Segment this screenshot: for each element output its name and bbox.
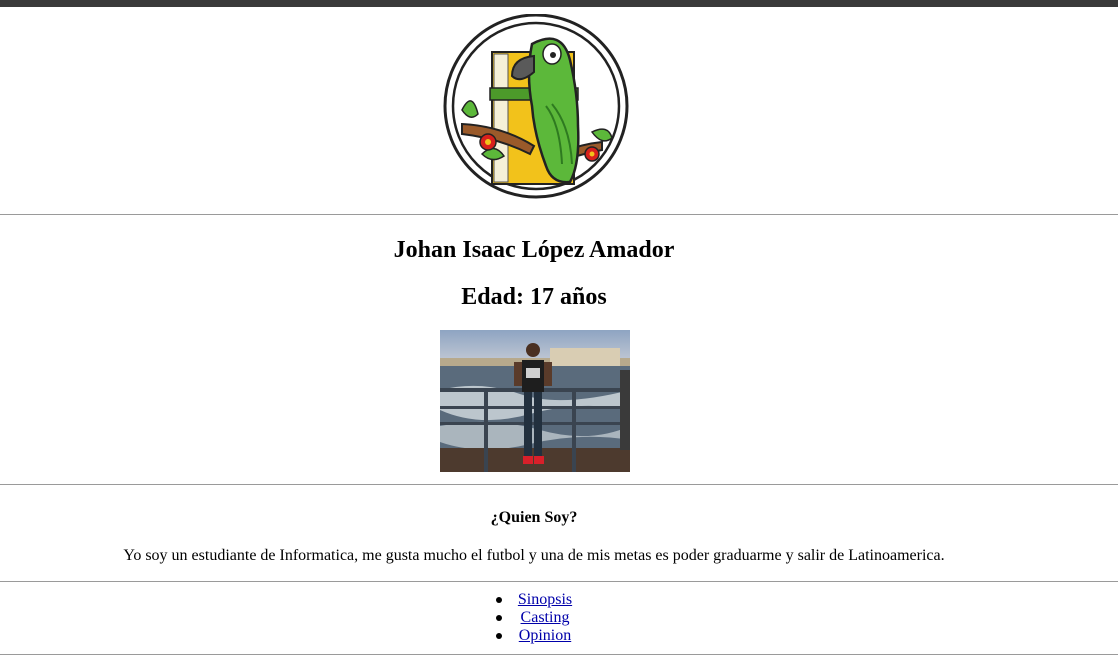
bullet-icon [496, 615, 502, 621]
about-title: ¿Quien Soy? [490, 509, 578, 526]
age-heading: Edad: 17 años [461, 284, 607, 310]
casting-link[interactable]: Casting [521, 609, 570, 626]
nav-item-casting: Casting [0, 609, 1090, 627]
parrot-logo-image [443, 13, 629, 199]
opinion-link[interactable]: Opinion [519, 627, 571, 644]
nav-item-opinion: Opinion [0, 627, 1090, 645]
bullet-icon [496, 597, 502, 603]
browser-top-bar [0, 0, 1118, 7]
school-logo [442, 13, 630, 200]
nav-item-sinopsis: Sinopsis [0, 591, 1090, 609]
profile-photo [440, 330, 630, 472]
nav-list: Sinopsis Casting Opinion [0, 591, 1090, 645]
divider-4 [0, 654, 1118, 655]
page-title: Johan Isaac López Amador [393, 237, 675, 263]
divider-1 [0, 214, 1118, 215]
sinopsis-link[interactable]: Sinopsis [518, 591, 572, 608]
about-text: Yo soy un estudiante de Informatica, me … [123, 547, 945, 564]
bullet-icon [496, 633, 502, 639]
profile-photo-image [440, 330, 630, 472]
divider-3 [0, 581, 1118, 582]
divider-2 [0, 484, 1118, 485]
